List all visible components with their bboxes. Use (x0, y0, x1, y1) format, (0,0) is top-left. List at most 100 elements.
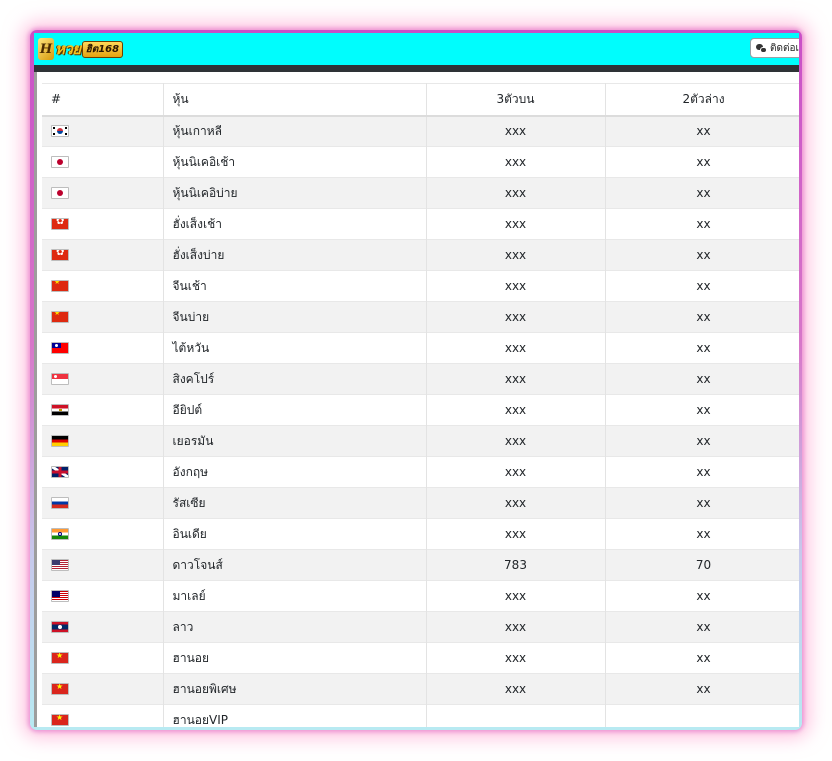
bottom2-value: xx (605, 394, 799, 426)
column-header-index: # (42, 83, 164, 117)
flag-cell (42, 208, 164, 240)
bottom2-value: xx (605, 425, 799, 457)
flag-cell (42, 642, 164, 674)
table-row: จีนบ่ายxxxxx (42, 301, 799, 333)
flag-tw-icon (51, 342, 69, 354)
flag-cell (42, 425, 164, 457)
top3-value (426, 704, 606, 727)
flag-us-icon (51, 559, 69, 571)
stock-name: หุ้นเกาหลี (163, 115, 427, 147)
table-header-row: # หุ้น 3ตัวบน 2ตัวล่าง (42, 83, 799, 117)
bottom2-value: xx (605, 642, 799, 674)
flag-cell (42, 332, 164, 364)
page-frame: H หวย ฮิต168 ติดต่อเรา # หุ้น 3ตัวบน 2ตั… (30, 30, 802, 730)
stock-name: อียิปต์ (163, 394, 427, 426)
flag-cell (42, 704, 164, 727)
contact-button[interactable]: ติดต่อเรา (750, 38, 799, 58)
flag-cell (42, 487, 164, 519)
stock-name: อังกฤษ (163, 456, 427, 488)
table-row: หุ้นนิเคอิบ่าย xxx xx (42, 177, 799, 209)
bottom2-value: xx (605, 673, 799, 705)
table-row: ลาว xxx xx (42, 611, 799, 643)
flag-cell (42, 580, 164, 612)
bottom2-value: xx (605, 301, 799, 333)
stock-name: ไต้หวัน (163, 332, 427, 364)
flag-la-icon (51, 621, 69, 633)
table-row: ไต้หวัน xxx xx (42, 332, 799, 364)
stock-name: สิงคโปร์ (163, 363, 427, 395)
table-row: อังกฤษ xxx xx (42, 456, 799, 488)
flag-cell (42, 611, 164, 643)
stock-name: จีนบ่าย (163, 301, 427, 333)
stock-name: ลาว (163, 611, 427, 643)
flag-in-icon (51, 528, 69, 540)
flag-ru-icon (51, 497, 69, 509)
flag-cell (42, 301, 164, 333)
flag-sg-icon (51, 373, 69, 385)
top3-value: xxx (426, 456, 606, 488)
column-header-stock: หุ้น (163, 83, 427, 117)
flag-vn-icon (51, 683, 69, 695)
column-header-bottom2: 2ตัวล่าง (605, 83, 799, 117)
flag-vn-icon (51, 652, 69, 664)
flag-jp-icon (51, 187, 69, 199)
flag-de-icon (51, 435, 69, 447)
results-table: # หุ้น 3ตัวบน 2ตัวล่าง หุ้นเกาหลี xxx xx หุ… (42, 83, 799, 727)
top3-value: xxx (426, 425, 606, 457)
stock-name: จีนเช้า (163, 270, 427, 302)
bottom2-value: xx (605, 239, 799, 271)
top3-value: xxx (426, 363, 606, 395)
flag-gb-icon (51, 466, 69, 478)
stock-name: ดาวโจนส์ (163, 549, 427, 581)
flag-hk-icon (51, 218, 69, 230)
top3-value: xxx (426, 611, 606, 643)
site-logo[interactable]: H หวย ฮิต168 (38, 37, 138, 61)
top-navbar: H หวย ฮิต168 ติดต่อเรา (34, 33, 799, 65)
logo-text: หวย (55, 40, 81, 58)
bottom2-value: 70 (605, 549, 799, 581)
stock-name: ฮานอยVIP (163, 704, 427, 727)
table-row: ฮั่งเส็งบ่ายxxxxx (42, 239, 799, 271)
flag-cell (42, 363, 164, 395)
stock-name: มาเลย์ (163, 580, 427, 612)
top3-value: xxx (426, 146, 606, 178)
top3-value: xxx (426, 580, 606, 612)
stock-name: หุ้นนิเคอิบ่าย (163, 177, 427, 209)
top3-value: xxx (426, 394, 606, 426)
logo-mark-icon: H (38, 38, 54, 60)
flag-cell (42, 115, 164, 147)
flag-cn-icon (51, 280, 69, 292)
flag-vn-icon (51, 714, 69, 727)
navbar-divider (34, 65, 799, 72)
bottom2-value: xx (605, 580, 799, 612)
bottom2-value: xx (605, 146, 799, 178)
flag-cell (42, 146, 164, 178)
stock-name: เยอรมัน (163, 425, 427, 457)
top3-value: 783 (426, 549, 606, 581)
table-row: ฮานอยxxxxx (42, 642, 799, 674)
page-content: H หวย ฮิต168 ติดต่อเรา # หุ้น 3ตัวบน 2ตั… (34, 33, 799, 727)
flag-cn-icon (51, 311, 69, 323)
bottom2-value: xx (605, 487, 799, 519)
table-row: สิงคโปร์ xxx xx (42, 363, 799, 395)
flag-my-icon (51, 590, 69, 602)
stock-name: ฮั่งเส็งเช้า (163, 208, 427, 240)
bottom2-value: xx (605, 332, 799, 364)
top3-value: xxx (426, 487, 606, 519)
flag-cell (42, 673, 164, 705)
table-row: ดาวโจนส์ 783 70 (42, 549, 799, 581)
table-row: หุ้นเกาหลี xxx xx (42, 115, 799, 147)
flag-cell (42, 177, 164, 209)
table-row: รัสเซีย xxx xx (42, 487, 799, 519)
table-row: ฮั่งเส็งเช้าxxxxx (42, 208, 799, 240)
top3-value: xxx (426, 270, 606, 302)
left-edge-strip (34, 72, 37, 727)
stock-name: อินเดีย (163, 518, 427, 550)
stock-name: หุ้นนิเคอิเช้า (163, 146, 427, 178)
stock-name: ฮานอย (163, 642, 427, 674)
top3-value: xxx (426, 239, 606, 271)
table-row: ฮานอยVIP (42, 704, 799, 727)
bottom2-value: xx (605, 518, 799, 550)
logo-badge: ฮิต168 (81, 40, 124, 58)
column-header-top3: 3ตัวบน (426, 83, 606, 117)
